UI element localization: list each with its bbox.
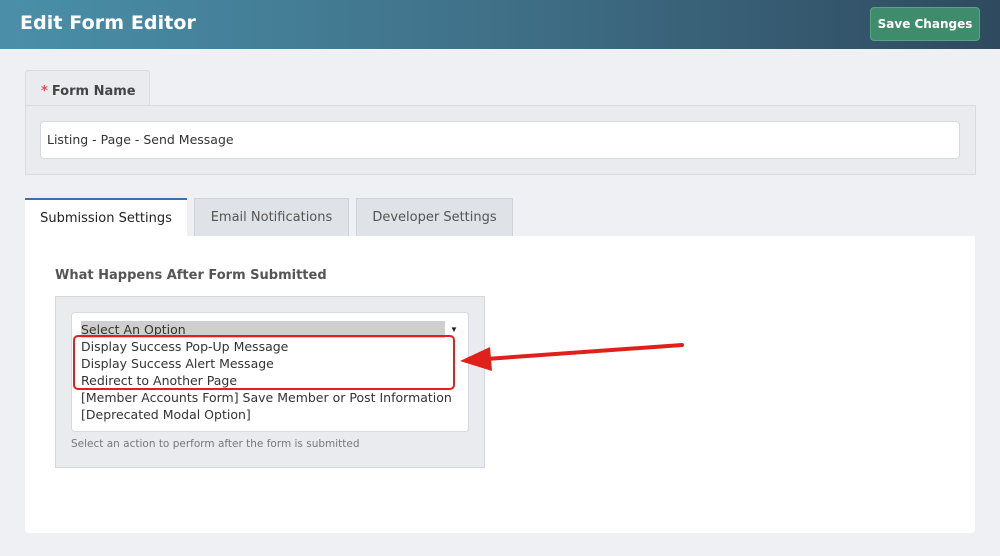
tab-email-notifications[interactable]: Email Notifications <box>194 198 349 236</box>
annotation-arrow-icon <box>460 343 684 371</box>
required-mark: * <box>41 84 48 99</box>
page-title: Edit Form Editor <box>20 12 197 34</box>
help-text: Select an action to perform after the fo… <box>71 438 360 450</box>
option-deprecated-modal[interactable]: [Deprecated Modal Option] <box>81 406 251 423</box>
dropdown-arrow-icon[interactable]: ▼ <box>450 325 458 334</box>
tab-submission-settings[interactable]: Submission Settings <box>25 198 187 236</box>
form-name-tab: * Form Name <box>25 70 150 106</box>
option-member-accounts[interactable]: [Member Accounts Form] Save Member or Po… <box>81 389 452 406</box>
form-name-input[interactable]: Listing - Page - Send Message <box>40 121 960 159</box>
after-submit-label: What Happens After Form Submitted <box>55 268 327 283</box>
form-name-label: Form Name <box>51 84 136 99</box>
tab-developer-settings[interactable]: Developer Settings <box>356 198 513 236</box>
save-changes-button[interactable]: Save Changes <box>870 7 980 41</box>
annotation-highlight-box <box>73 335 455 390</box>
